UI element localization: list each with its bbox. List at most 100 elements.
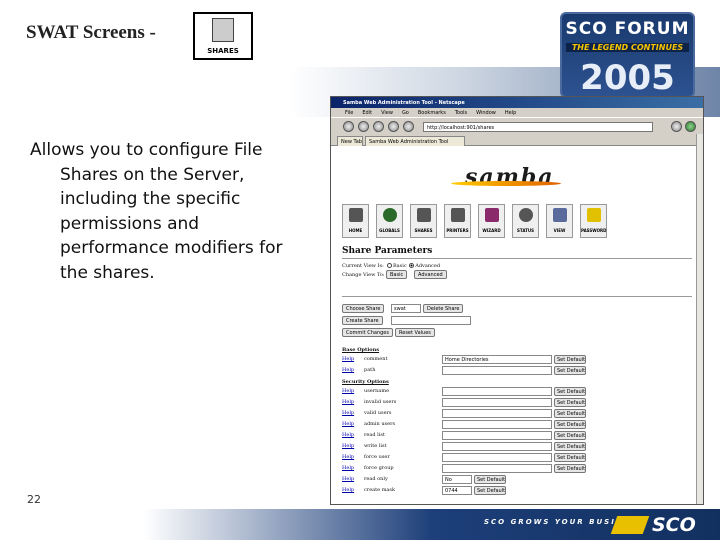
slide-title: SWAT Screens - — [26, 22, 156, 43]
set-default-button[interactable]: Set Default — [554, 420, 586, 429]
nav-wizard[interactable]: WIZARD — [478, 204, 505, 238]
url-field[interactable]: http://localhost:901/shares — [423, 122, 653, 132]
menu-edit[interactable]: Edit — [362, 110, 372, 116]
slide-description: Allows you to configure File Shares on t… — [30, 140, 283, 283]
param-name: force group — [364, 465, 394, 471]
tab-swat[interactable]: Samba Web Administration Tool — [365, 136, 465, 146]
create-share-button[interactable]: Create Share — [342, 316, 383, 325]
param-value[interactable]: Home Directories — [442, 355, 552, 364]
home-icon[interactable] — [403, 121, 414, 132]
shares-icon-label: SHARES — [207, 47, 239, 55]
help-link[interactable]: Help — [342, 476, 354, 482]
base-options-label: Base Options — [342, 347, 380, 353]
param-name: read list — [364, 432, 385, 438]
set-default-button[interactable]: Set Default — [474, 486, 506, 495]
magnifier-icon — [553, 208, 567, 222]
set-default-button[interactable]: Set Default — [474, 475, 506, 484]
set-default-button[interactable]: Set Default — [554, 355, 586, 364]
home-icon — [349, 208, 363, 222]
window-title: Samba Web Administration Tool - Netscape — [343, 100, 465, 106]
change-view-label: Change View To: — [342, 272, 385, 278]
menu-bookmarks[interactable]: Bookmarks — [418, 110, 446, 116]
table-row: Help read list Set Default — [342, 431, 687, 441]
menu-bar: File Edit View Go Bookmarks Tools Window Help — [331, 108, 703, 117]
nav-password[interactable]: PASSWORD — [580, 204, 607, 238]
nav-printers[interactable]: PRINTERS — [444, 204, 471, 238]
swat-nav: HOME GLOBALS SHARES PRINTERS WIZARD STAT… — [342, 204, 622, 238]
param-value[interactable] — [442, 366, 552, 375]
menu-window[interactable]: Window — [476, 110, 496, 116]
nav-shares[interactable]: SHARES — [410, 204, 437, 238]
nav-label: STATUS — [517, 228, 534, 233]
menu-view[interactable]: View — [381, 110, 393, 116]
set-default-button[interactable]: Set Default — [554, 409, 586, 418]
vertical-scrollbar[interactable] — [696, 134, 703, 504]
param-value[interactable] — [442, 464, 552, 473]
commit-button[interactable]: Commit Changes — [342, 328, 393, 337]
help-link[interactable]: Help — [342, 388, 354, 394]
back-icon[interactable] — [343, 121, 354, 132]
param-value[interactable]: 0744 — [442, 486, 472, 495]
nav-view[interactable]: VIEW — [546, 204, 573, 238]
param-value[interactable] — [442, 420, 552, 429]
param-name: read only — [364, 476, 388, 482]
table-row: Help create mask 0744 Set Default — [342, 486, 687, 496]
reload-icon[interactable] — [373, 121, 384, 132]
nav-status[interactable]: STATUS — [512, 204, 539, 238]
table-row: Help invalid users Set Default — [342, 398, 687, 408]
menu-file[interactable]: File — [345, 110, 353, 116]
radio-advanced[interactable] — [409, 263, 415, 268]
param-value[interactable] — [442, 398, 552, 407]
create-share-input[interactable] — [391, 316, 471, 325]
menu-help[interactable]: Help — [505, 110, 516, 116]
help-link[interactable]: Help — [342, 443, 354, 449]
forward-icon[interactable] — [358, 121, 369, 132]
choose-share-button[interactable]: Choose Share — [342, 304, 385, 313]
current-view-label: Current View Is: — [342, 263, 384, 269]
nav-globals[interactable]: GLOBALS — [376, 204, 403, 238]
set-default-button[interactable]: Set Default — [554, 366, 586, 375]
stop-icon[interactable] — [388, 121, 399, 132]
set-default-button[interactable]: Set Default — [554, 464, 586, 473]
reset-button[interactable]: Reset Values — [395, 328, 435, 337]
divider — [342, 296, 692, 297]
change-basic-button[interactable]: Basic — [386, 270, 408, 279]
param-value[interactable] — [442, 442, 552, 451]
set-default-button[interactable]: Set Default — [554, 442, 586, 451]
set-default-button[interactable]: Set Default — [554, 387, 586, 396]
param-value[interactable] — [442, 387, 552, 396]
radio-basic[interactable] — [387, 263, 392, 268]
set-default-button[interactable]: Set Default — [554, 431, 586, 440]
help-link[interactable]: Help — [342, 465, 354, 471]
set-default-button[interactable]: Set Default — [554, 398, 586, 407]
menu-go[interactable]: Go — [402, 110, 409, 116]
param-value[interactable] — [442, 431, 552, 440]
param-name: admin users — [364, 421, 396, 427]
help-link[interactable]: Help — [342, 432, 354, 438]
nav-home[interactable]: HOME — [342, 204, 369, 238]
help-link[interactable]: Help — [342, 454, 354, 460]
table-row: Help admin users Set Default — [342, 420, 687, 430]
search-icon[interactable] — [671, 121, 682, 132]
delete-share-button[interactable]: Delete Share — [423, 304, 464, 313]
param-value[interactable]: No — [442, 475, 472, 484]
browser-window: Samba Web Administration Tool - Netscape… — [330, 96, 704, 505]
help-link[interactable]: Help — [342, 487, 354, 493]
section-title: Share Parameters — [342, 246, 433, 256]
help-link[interactable]: Help — [342, 367, 354, 373]
help-link[interactable]: Help — [342, 410, 354, 416]
change-advanced-button[interactable]: Advanced — [414, 270, 447, 279]
param-value[interactable] — [442, 453, 552, 462]
tab-new[interactable]: New Tab — [337, 136, 363, 146]
help-link[interactable]: Help — [342, 356, 354, 362]
param-value[interactable] — [442, 409, 552, 418]
set-default-button[interactable]: Set Default — [554, 453, 586, 462]
sco-forum-logo: SCO FORUM THE LEGEND CONTINUES 2005 — [560, 12, 695, 98]
table-row: Help path Set Default — [342, 366, 687, 376]
share-select[interactable]: swat — [391, 304, 421, 313]
help-link[interactable]: Help — [342, 399, 354, 405]
help-link[interactable]: Help — [342, 421, 354, 427]
sco-mark-icon — [610, 516, 650, 534]
menu-tools[interactable]: Tools — [455, 110, 467, 116]
param-name: invalid users — [364, 399, 397, 405]
